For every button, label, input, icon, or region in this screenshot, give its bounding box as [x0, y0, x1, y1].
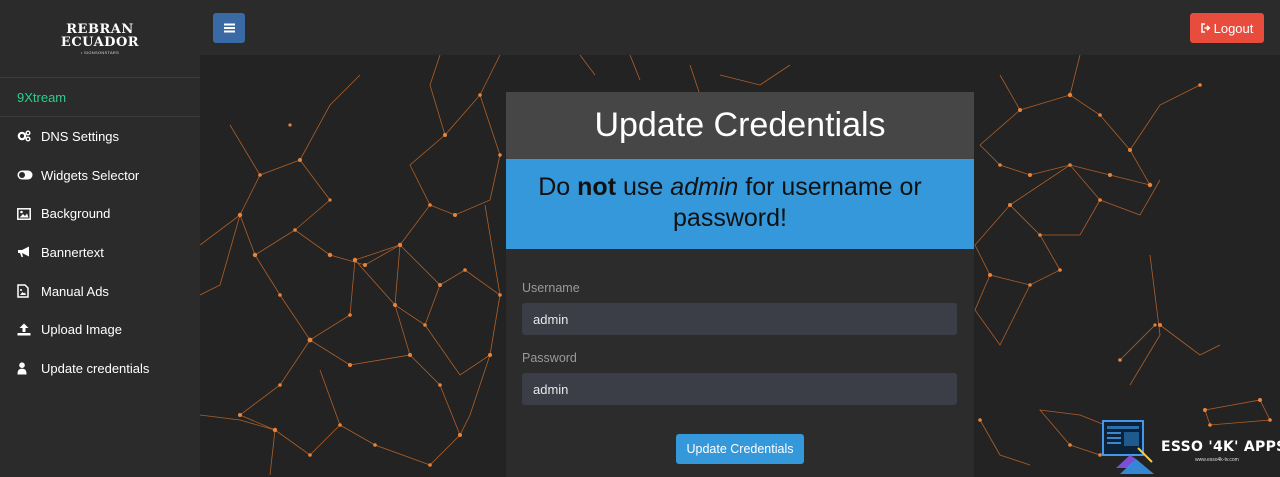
- sidebar-item-label: Widgets Selector: [41, 167, 140, 183]
- logo-line-3: • SIGNSONSTARS: [80, 49, 120, 55]
- credentials-card: Update Credentials Do not use admin for …: [506, 92, 974, 477]
- logout-label: Logout: [1213, 20, 1254, 36]
- watermark-title: ESSO '4K' APPS: [1161, 439, 1280, 455]
- monitor-icon: [1102, 420, 1154, 474]
- warning-text-italic: admin: [670, 173, 739, 201]
- update-credentials-button[interactable]: Update Credentials: [676, 434, 804, 464]
- warning-text-bold: not: [577, 173, 617, 201]
- password-label: Password: [522, 351, 577, 365]
- logout-button[interactable]: Logout: [1190, 13, 1264, 43]
- warning-banner: Do not use admin for username or passwor…: [506, 159, 974, 249]
- sidebar-item-background[interactable]: Background: [0, 194, 200, 233]
- username-input[interactable]: [522, 303, 957, 335]
- watermark: ESSO '4K' APPS www.esso4k-tv.com: [1100, 418, 1280, 477]
- logo-line-2: ECUADOR: [60, 34, 140, 50]
- user-icon: [17, 362, 41, 375]
- gears-icon: [17, 130, 41, 142]
- file-image-icon: [17, 284, 41, 298]
- watermark-subtitle: www.esso4k-tv.com: [1195, 457, 1239, 463]
- sidebar-item-label: Background: [41, 206, 111, 222]
- sidebar-item-widgets-selector[interactable]: Widgets Selector: [0, 156, 200, 195]
- password-input[interactable]: [522, 373, 957, 405]
- hamburger-icon: [223, 21, 235, 36]
- sidebar-item-label: Update credentials: [41, 360, 150, 376]
- toggle-icon: [17, 170, 41, 180]
- sidebar-item-upload-image[interactable]: Upload Image: [0, 310, 200, 349]
- warning-text-pre: Do: [538, 173, 578, 201]
- credentials-form: Username Password: [506, 281, 974, 405]
- sidebar-item-bannertext[interactable]: Bannertext: [0, 233, 200, 272]
- brand-logo[interactable]: REBRAN ECUADOR • SIGNSONSTARS: [0, 0, 200, 77]
- menu-toggle-button[interactable]: [213, 13, 245, 43]
- sidebar-item-dns-settings[interactable]: DNS Settings: [0, 117, 200, 156]
- top-bar: Logout: [200, 0, 1280, 55]
- bullhorn-icon: [17, 246, 41, 258]
- sidebar-item-9xtream[interactable]: 9Xtream: [0, 77, 200, 117]
- sidebar-item-label: DNS Settings: [41, 128, 120, 144]
- sidebar-item-manual-ads[interactable]: Manual Ads: [0, 272, 200, 311]
- sign-out-icon: [1200, 23, 1211, 33]
- upload-icon: [17, 323, 41, 336]
- sidebar: REBRAN ECUADOR • SIGNSONSTARS 9Xtream DN…: [0, 0, 200, 477]
- main-content: Update Credentials Do not use admin for …: [200, 55, 1280, 477]
- sidebar-item-label: Bannertext: [41, 244, 104, 260]
- logo-line-1: REBRAN: [66, 21, 134, 37]
- username-label: Username: [522, 281, 580, 295]
- sidebar-item-label: Upload Image: [41, 322, 122, 338]
- warning-text-mid: use: [616, 173, 671, 201]
- sidebar-item-update-credentials[interactable]: Update credentials: [0, 349, 200, 388]
- card-title: Update Credentials: [506, 92, 974, 159]
- sidebar-item-label: Manual Ads: [41, 283, 109, 299]
- image-icon: [17, 207, 41, 220]
